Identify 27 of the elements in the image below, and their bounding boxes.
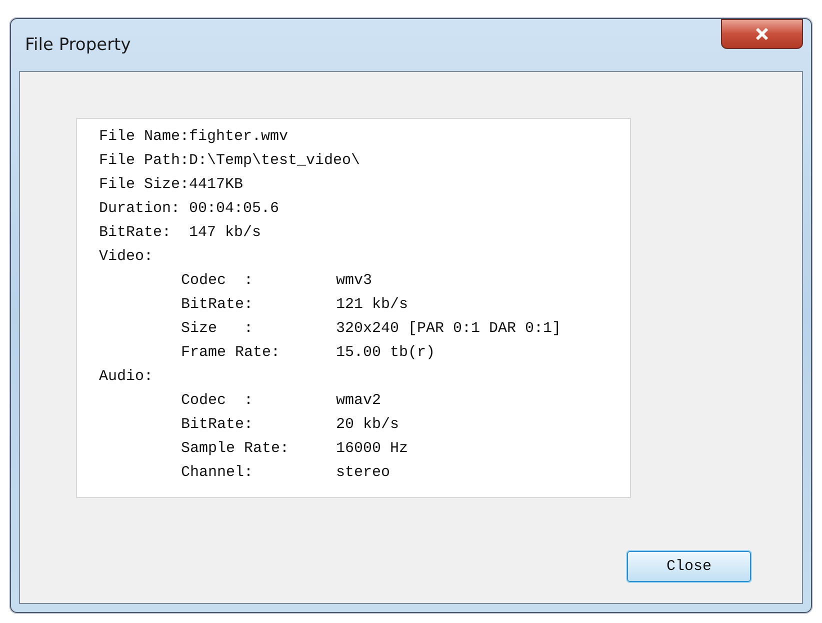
field-label: Codec : [181, 391, 254, 411]
field-label: Codec : [181, 271, 254, 291]
info-line: Duration: 00:04:05.6 [99, 199, 280, 219]
field-label: BitRate: [181, 415, 254, 435]
field-value: stereo [336, 463, 392, 483]
info-line: File Name:fighter.wmv [99, 127, 290, 147]
section-heading: Video: [99, 247, 154, 267]
field-value: 121 kb/s [336, 295, 410, 315]
field-label: Channel: [181, 463, 254, 483]
dialog-button[interactable]: Close [627, 551, 751, 582]
close-icon [755, 28, 769, 40]
field-label: Sample Rate: [181, 439, 290, 459]
field-value: 15.00 tb(r) [336, 343, 436, 363]
section-heading: Audio: [99, 367, 154, 387]
field-label: Size : [181, 319, 254, 339]
info-line: File Size:4417KB [99, 175, 244, 195]
info-line: BitRate: 147 kb/s [99, 223, 262, 243]
info-line: File Path:D:\Temp\test_video\ [99, 151, 362, 171]
field-value: wmv3 [336, 271, 374, 291]
field-label: BitRate: [181, 295, 254, 315]
field-value: wmav2 [336, 391, 382, 411]
field-label: Frame Rate: [181, 343, 282, 363]
field-value: 20 kb/s [336, 415, 400, 435]
window-title: File Property [25, 35, 131, 55]
close-button[interactable] [721, 19, 803, 49]
field-value: 16000 Hz [336, 439, 410, 459]
field-value: 320x240 [PAR 0:1 DAR 0:1] [336, 319, 562, 339]
